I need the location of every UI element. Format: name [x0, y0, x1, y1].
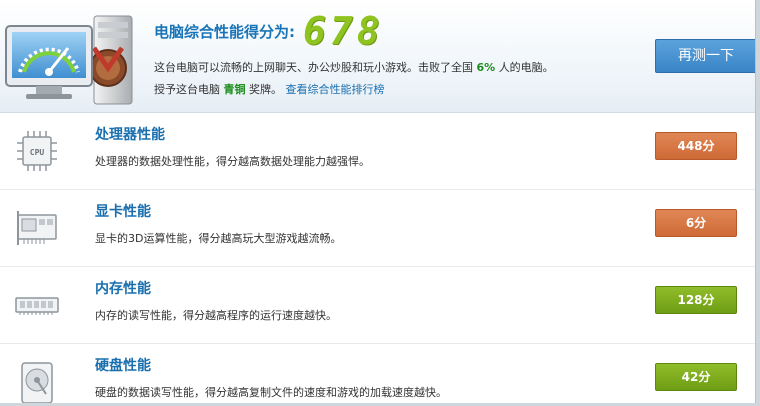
overall-score-value: 678: [303, 9, 384, 53]
row-title: 内存性能: [95, 281, 151, 297]
list-item-memory: 内存性能 内存的读写性能，得分越高程序的运行速度越快。 128分: [0, 266, 755, 344]
score-label: 电脑综合性能得分为:: [154, 22, 295, 41]
award-medal: 青铜: [223, 83, 246, 96]
score-badge: 448分: [655, 132, 737, 160]
list-item-graphics: 显卡性能 显卡的3D运算性能，得分越高玩大型游戏越流畅。 6分: [0, 189, 755, 267]
row-description: 显卡的3D运算性能，得分越高玩大型游戏越流畅。: [95, 232, 342, 245]
summary-header: 电脑综合性能得分为: 678 这台电脑可以流畅的上网聊天、办公炒股和玩小游戏。击…: [0, 0, 757, 113]
award-suffix: 奖牌。: [249, 83, 282, 96]
cpu-icon: CPU: [17, 131, 57, 171]
summary-suffix: 人的电脑。: [498, 61, 554, 74]
window-frame-right: [755, 0, 760, 406]
beat-percent: 6%: [476, 61, 496, 74]
summary-prefix: 这台电脑可以流畅的上网聊天、办公炒股和玩小游戏。击败了全国: [154, 61, 473, 74]
svg-text:CPU: CPU: [30, 148, 45, 157]
overall-score-line: 电脑综合性能得分为: 678: [154, 12, 384, 50]
graphics-card-icon: [17, 211, 57, 245]
award-prefix: 授予这台电脑: [154, 83, 220, 96]
list-item-cpu: CPU 处理器性能 处理器的数据处理性能，得分越高数据处理能力越强悍。 448分: [0, 112, 755, 190]
score-badge: 6分: [655, 209, 737, 237]
summary-text: 这台电脑可以流畅的上网聊天、办公炒股和玩小游戏。击败了全国 6% 人的电脑。: [154, 59, 554, 75]
row-title: 处理器性能: [95, 127, 165, 143]
score-badge: 42分: [655, 363, 737, 391]
monitor-speedometer-trophy-icon: [5, 15, 133, 105]
hard-disk-icon: [21, 362, 53, 403]
row-title: 显卡性能: [95, 204, 151, 220]
score-badge: 128分: [655, 286, 737, 314]
row-description: 处理器的数据处理性能，得分越高数据处理能力越强悍。: [95, 155, 370, 168]
memory-icon: [15, 297, 59, 315]
row-title: 硬盘性能: [95, 358, 151, 374]
list-item-hard-disk: 硬盘性能 硬盘的数据读写性能，得分越高复制文件的速度和游戏的加载速度越快。 42…: [0, 343, 755, 403]
row-description: 内存的读写性能，得分越高程序的运行速度越快。: [95, 309, 337, 322]
row-description: 硬盘的数据读写性能，得分越高复制文件的速度和游戏的加载速度越快。: [95, 386, 447, 399]
ranking-link[interactable]: 查看综合性能排行榜: [286, 83, 385, 96]
retest-button[interactable]: 再测一下: [655, 39, 757, 73]
award-text: 授予这台电脑 青铜 奖牌。 查看综合性能排行榜: [154, 81, 385, 97]
